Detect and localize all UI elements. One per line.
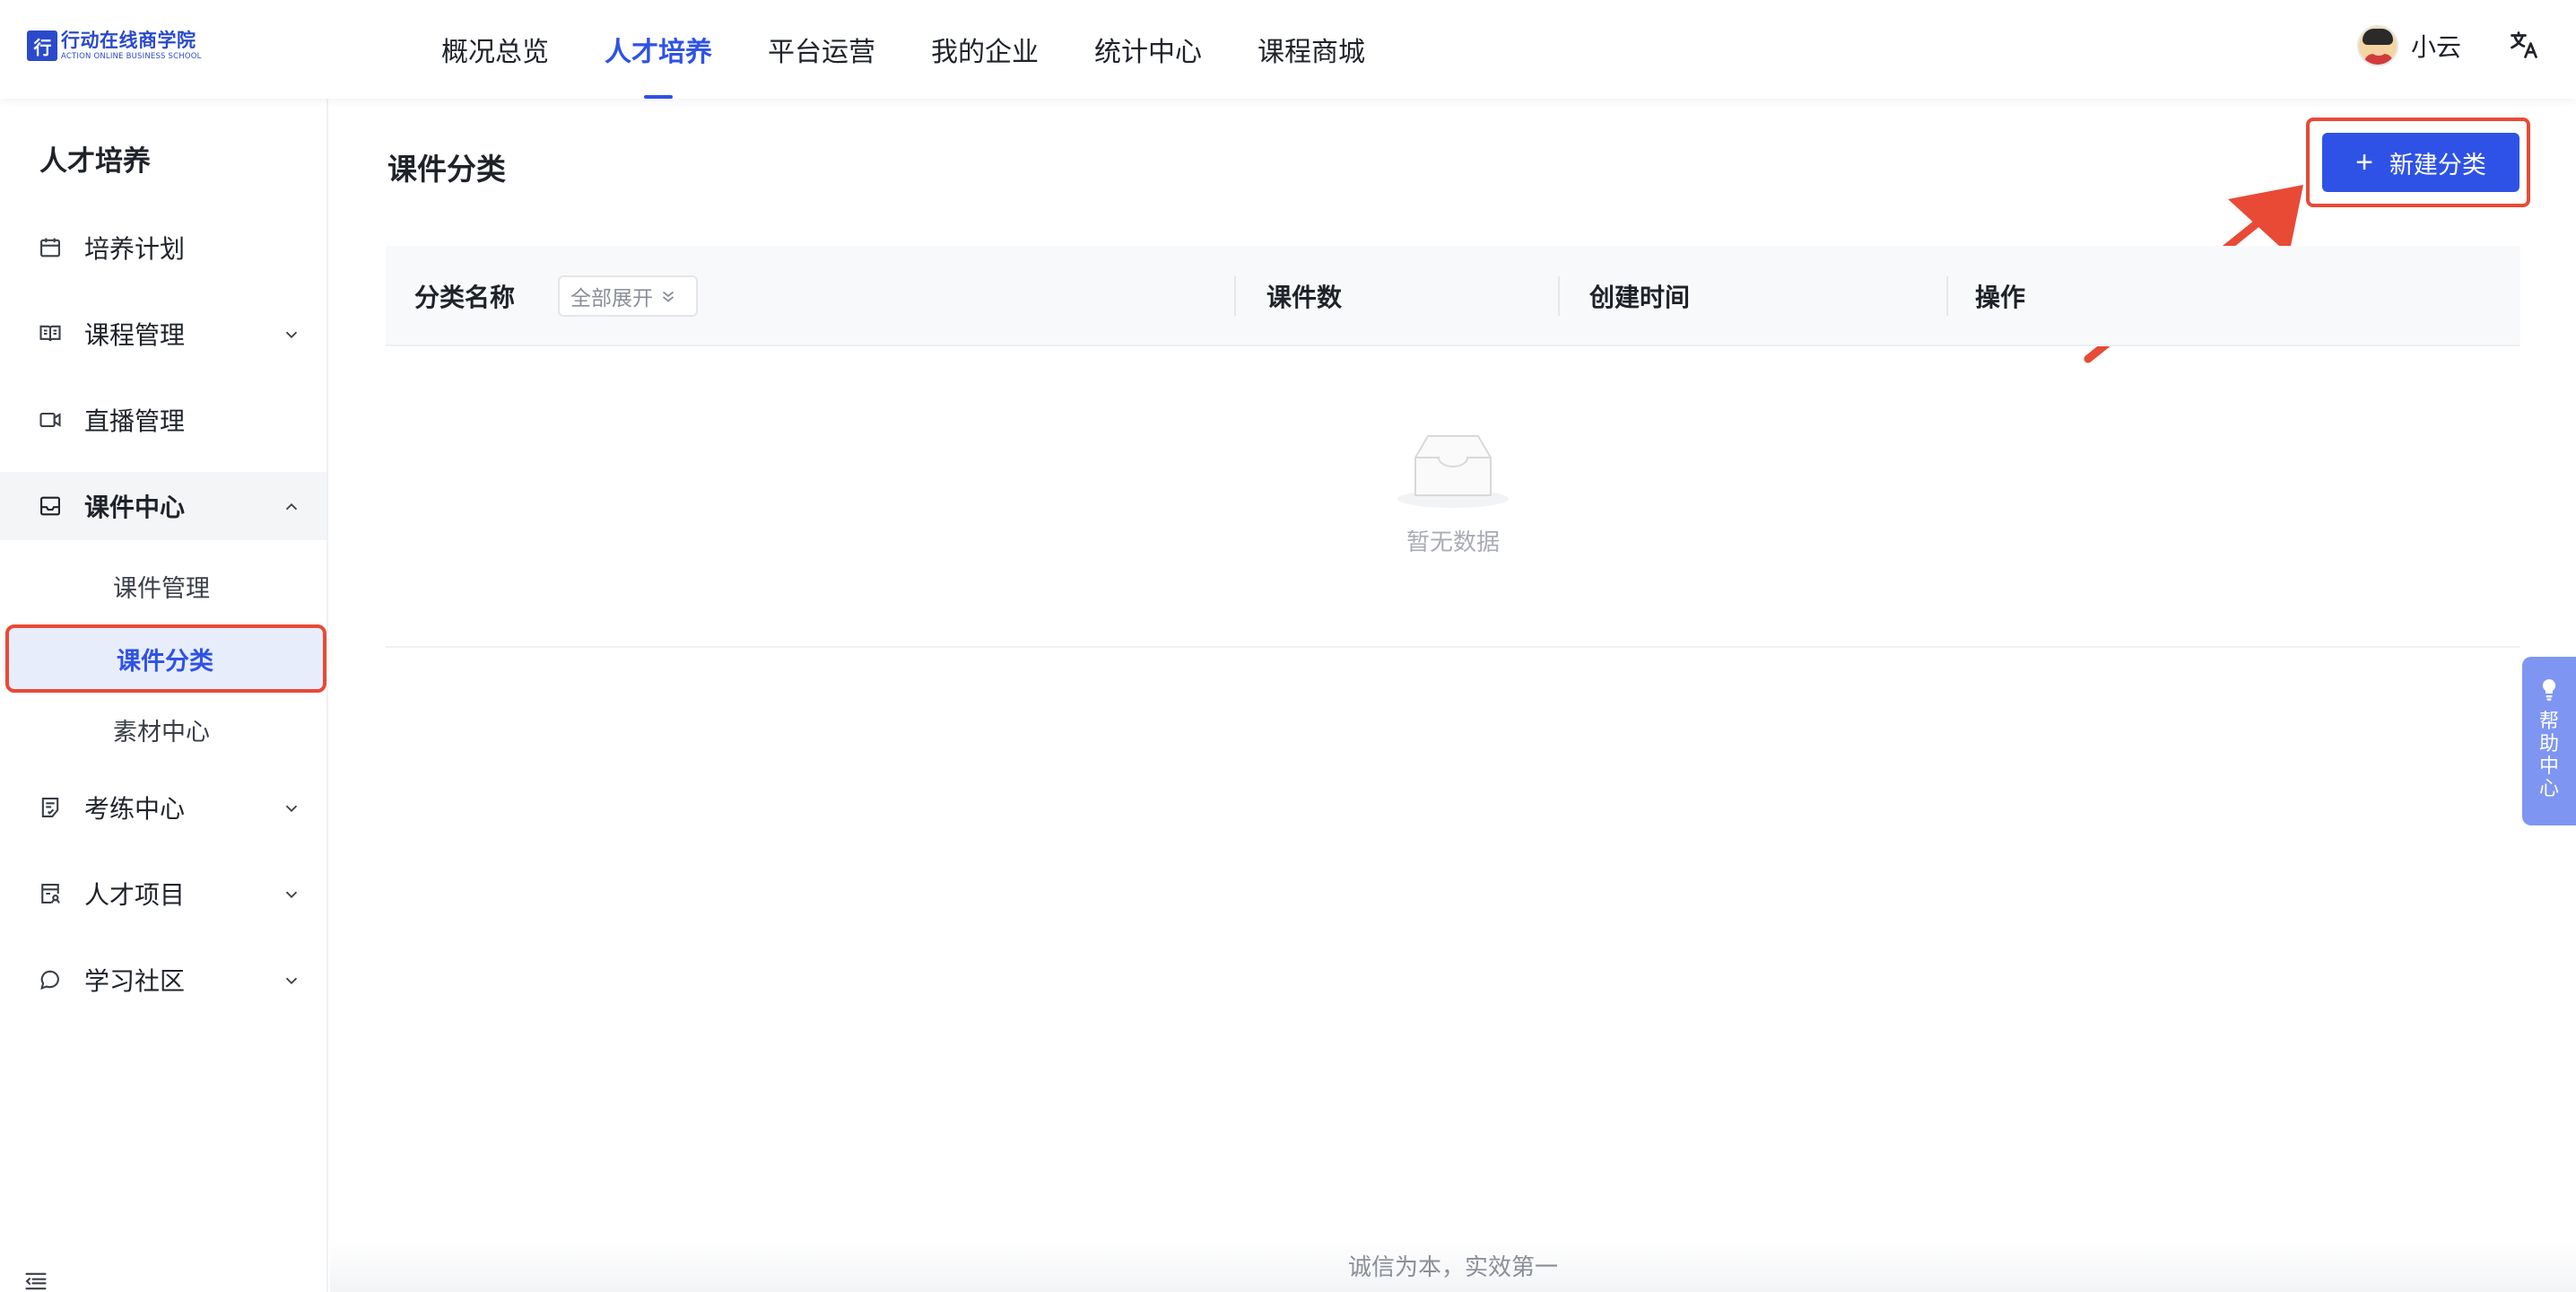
column-header-created-time: 创建时间 xyxy=(1589,283,1691,312)
logo-tagline: ACTION ONLINE BUSINESS SCHOOL xyxy=(61,51,202,61)
sidebar-item-label: 直播管理 xyxy=(84,406,186,436)
double-chevron-down-icon xyxy=(662,291,674,302)
chevron-up-icon xyxy=(285,502,298,511)
sidebar-item-courseware-center[interactable]: 课件中心 xyxy=(0,472,326,540)
user-menu[interactable]: 小云 xyxy=(2357,24,2461,67)
empty-state: 暂无数据 xyxy=(1363,431,1543,574)
sidebar-item-learning-community[interactable]: 学习社区 xyxy=(0,946,326,1014)
book-icon xyxy=(39,325,61,342)
chevron-down-icon xyxy=(285,977,298,985)
empty-text: 暂无数据 xyxy=(1405,529,1500,556)
exam-icon xyxy=(41,798,59,817)
plus-icon: + xyxy=(2355,145,2373,179)
nav-my-enterprise[interactable]: 我的企业 xyxy=(931,0,1039,99)
column-divider xyxy=(1946,276,1948,316)
page-title: 课件分类 xyxy=(387,152,506,187)
collapse-sidebar-icon[interactable] xyxy=(23,1269,48,1292)
column-header-courseware-count: 课件数 xyxy=(1266,283,1343,312)
sidebar-item-label: 考练中心 xyxy=(84,794,186,824)
logo-text: 行动在线商学院 ACTION ONLINE BUSINESS SCHOOL xyxy=(61,31,202,61)
translate-icon[interactable] xyxy=(2508,29,2540,61)
sidebar-item-talent-project[interactable]: 人才项目 xyxy=(0,860,326,928)
empty-box-icon xyxy=(1397,435,1509,508)
nav-platform-operation[interactable]: 平台运营 xyxy=(768,0,875,99)
help-center-label: 帮助中心 xyxy=(2538,711,2559,800)
column-divider xyxy=(1234,276,1236,316)
lightbulb-icon xyxy=(2542,678,2556,701)
logo-mark: 行 xyxy=(27,31,57,61)
sidebar-item-live-management[interactable]: 直播管理 xyxy=(0,386,326,454)
calendar-icon xyxy=(40,238,60,258)
user-name: 小云 xyxy=(2411,32,2462,62)
nav-course-mall[interactable]: 课程商城 xyxy=(1258,0,1365,99)
inbox-icon xyxy=(40,496,60,516)
sidebar-subitem-material-center[interactable]: 素材中心 xyxy=(0,698,326,761)
logo[interactable]: 行 行动在线商学院 ACTION ONLINE BUSINESS SCHOOL xyxy=(27,28,202,64)
sidebar-subitem-label: 课件分类 xyxy=(117,647,213,676)
column-header-actions: 操作 xyxy=(1975,283,2026,312)
sidebar-item-label: 课件中心 xyxy=(84,493,186,522)
chat-icon xyxy=(40,970,59,990)
nav-statistics[interactable]: 统计中心 xyxy=(1094,0,1202,99)
sidebar-subitem-courseware-management[interactable]: 课件管理 xyxy=(0,554,326,617)
sidebar-item-label: 课程管理 xyxy=(84,320,186,350)
top-nav-bar: 行 行动在线商学院 ACTION ONLINE BUSINESS SCHOOL … xyxy=(0,0,2576,99)
sidebar-title: 人才培养 xyxy=(39,145,151,178)
avatar xyxy=(2357,25,2398,66)
sidebar-item-label: 培养计划 xyxy=(84,234,186,264)
chevron-down-icon xyxy=(285,891,298,899)
sidebar-item-label: 学习社区 xyxy=(84,966,186,996)
sidebar-subitem-courseware-category[interactable]: 课件分类 xyxy=(5,624,326,693)
sidebar-item-course-management[interactable]: 课程管理 xyxy=(0,300,326,368)
sidebar-item-training-plan[interactable]: 培养计划 xyxy=(0,214,326,282)
new-category-label: 新建分类 xyxy=(2389,151,2486,179)
sidebar-subitem-label: 课件管理 xyxy=(113,574,210,603)
footer-slogan: 诚信为本，实效第一 xyxy=(1347,1254,1558,1281)
column-divider xyxy=(1558,276,1560,316)
sidebar-item-label: 人才项目 xyxy=(84,880,186,910)
nav-talent-training[interactable]: 人才培养 xyxy=(605,0,712,99)
sidebar: 人才培养 培养计划 课程管理 直播管理 课件中心 课件管理 课件分类 素材中心 xyxy=(0,99,328,1292)
expand-all-label: 全部展开 xyxy=(570,287,653,310)
project-icon xyxy=(41,884,60,904)
column-header-category-name: 分类名称 xyxy=(414,283,516,312)
expand-all-button[interactable]: 全部展开 xyxy=(558,275,698,317)
table-divider xyxy=(386,646,2520,648)
sidebar-item-exam-center[interactable]: 考练中心 xyxy=(0,773,326,842)
chevron-down-icon xyxy=(285,331,298,339)
new-category-button[interactable]: + 新建分类 xyxy=(2322,133,2519,192)
chevron-down-icon xyxy=(285,805,298,813)
nav-overview[interactable]: 概况总览 xyxy=(441,0,549,99)
video-icon xyxy=(39,412,61,428)
app-root: 行 行动在线商学院 ACTION ONLINE BUSINESS SCHOOL … xyxy=(0,0,2576,1292)
sidebar-subitem-label: 素材中心 xyxy=(113,718,210,746)
table-header: 分类名称 全部展开 课件数 创建时间 操作 xyxy=(386,246,2520,346)
main-nav: 概况总览 人才培养 平台运营 我的企业 统计中心 课程商城 xyxy=(441,0,1421,99)
logo-name: 行动在线商学院 xyxy=(61,29,196,51)
help-center-button[interactable]: 帮助中心 xyxy=(2522,657,2576,825)
